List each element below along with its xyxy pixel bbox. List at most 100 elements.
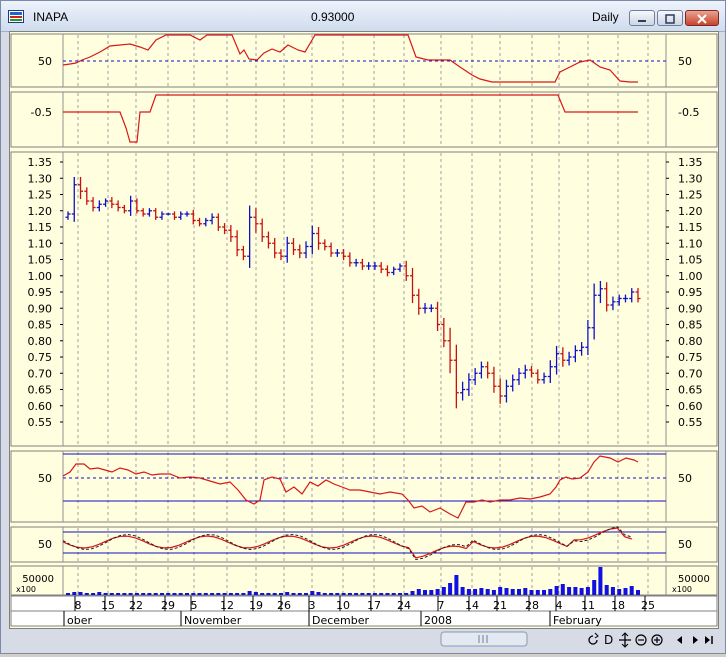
volume-bar xyxy=(210,593,215,595)
day-label: 5 xyxy=(191,599,198,612)
volume-bar xyxy=(247,591,252,595)
volume-bar xyxy=(535,590,540,595)
price-tick-left: 0.90 xyxy=(28,302,53,315)
volume-bar xyxy=(128,593,133,595)
chart-area[interactable]: 50 50 -0.5 -0.5 1.35 1.35 1.30 1.30 1.25 1.25 1.20… xyxy=(9,31,719,629)
volume-bar xyxy=(379,593,384,595)
volume-bar xyxy=(485,589,490,595)
volume-bar xyxy=(523,588,528,595)
volume-bar xyxy=(197,593,202,595)
close-button[interactable] xyxy=(685,10,719,26)
ind2-label-left: -0.5 xyxy=(31,106,52,119)
day-label: 24 xyxy=(397,599,411,612)
d-icon[interactable]: D xyxy=(604,633,613,647)
volume-bar xyxy=(448,583,453,595)
day-label: 21 xyxy=(493,599,507,612)
day-label: 15 xyxy=(101,599,115,612)
price-tick-right: 1.15 xyxy=(678,221,703,234)
volume-bar xyxy=(235,593,240,595)
chart-svg[interactable]: 50 50 -0.5 -0.5 1.35 1.35 1.30 1.30 1.25 1.25 1.20… xyxy=(10,32,718,628)
prev-icon[interactable] xyxy=(677,636,682,644)
panel-price xyxy=(10,151,718,447)
day-label: 14 xyxy=(465,599,479,612)
price-tick-left: 0.60 xyxy=(28,400,53,413)
month-label: 2008 xyxy=(424,614,452,627)
volume-bar xyxy=(91,593,96,595)
month-label: February xyxy=(553,614,602,627)
volume-bar xyxy=(109,593,114,595)
price-tick-right: 0.90 xyxy=(678,302,703,315)
refresh-icon[interactable] xyxy=(588,632,599,645)
price-tick-right: 1.35 xyxy=(678,156,703,169)
price-tick-left: 1.10 xyxy=(28,237,53,250)
panel-ind3 xyxy=(10,450,718,523)
panel-ind2 xyxy=(10,91,718,148)
last-value: 0.93000 xyxy=(311,10,355,24)
day-label: 26 xyxy=(277,599,291,612)
volume-bar xyxy=(360,593,365,595)
volume-bar xyxy=(491,590,496,595)
volume-bar xyxy=(134,593,139,595)
price-tick-left: 1.00 xyxy=(28,270,53,283)
price-tick-left: 0.65 xyxy=(28,384,53,397)
volume-bar xyxy=(604,585,609,595)
scrollbar-thumb[interactable] xyxy=(440,631,528,647)
volume-bar xyxy=(260,593,265,595)
end-icon[interactable] xyxy=(705,636,713,644)
volume-bar xyxy=(573,587,578,595)
price-tick-right: 0.80 xyxy=(678,335,703,348)
volume-bar xyxy=(185,593,189,595)
price-tick-left: 0.70 xyxy=(28,367,53,380)
volume-bar xyxy=(279,593,283,595)
day-label: 8 xyxy=(75,599,82,612)
price-tick-left: 1.20 xyxy=(28,205,53,218)
volume-bar xyxy=(322,593,327,595)
ind1-label-right: 50 xyxy=(678,55,692,68)
zoom-out-icon[interactable] xyxy=(635,634,647,646)
volume-bar xyxy=(529,590,534,595)
minimize-button[interactable] xyxy=(629,10,655,26)
zoom-in-icon[interactable] xyxy=(651,634,663,646)
day-label: 22 xyxy=(129,599,143,612)
volume-bar xyxy=(610,587,615,595)
volume-bar xyxy=(147,593,152,595)
day-label: 25 xyxy=(641,599,655,612)
volume-bar xyxy=(97,592,102,595)
volume-bar xyxy=(347,593,352,595)
month-label: November xyxy=(184,614,242,627)
price-tick-right: 0.95 xyxy=(678,286,703,299)
volume-bar xyxy=(410,591,415,595)
price-tick-left: 0.85 xyxy=(28,319,53,332)
volume-bar xyxy=(548,589,553,595)
pan-icon[interactable] xyxy=(619,632,631,648)
price-tick-right: 1.20 xyxy=(678,205,703,218)
maximize-button[interactable] xyxy=(657,10,683,26)
volume-bar xyxy=(429,590,434,595)
volume-bar xyxy=(441,587,446,595)
volume-bar xyxy=(72,592,77,595)
volume-bar xyxy=(398,593,402,595)
day-label: 12 xyxy=(220,599,234,612)
title-bar: INAPA 0.93000 Daily xyxy=(1,1,725,32)
price-tick-left: 1.25 xyxy=(28,189,53,202)
volume-bar xyxy=(366,593,371,595)
volume-bar xyxy=(103,593,108,595)
day-label: 17 xyxy=(367,599,381,612)
volume-bar xyxy=(567,587,572,595)
next-icon[interactable] xyxy=(693,636,698,644)
ind4-label-left: 50 xyxy=(38,538,52,551)
period-label: Daily xyxy=(592,10,619,24)
price-tick-right: 0.60 xyxy=(678,400,703,413)
volume-bar xyxy=(629,586,634,595)
volume-bar xyxy=(636,590,640,595)
volume-bar xyxy=(592,580,597,595)
price-tick-right: 1.30 xyxy=(678,172,703,185)
volume-bar xyxy=(504,588,509,595)
volume-bar xyxy=(454,575,459,595)
volume-bar xyxy=(304,593,308,595)
ind4-label-right: 50 xyxy=(678,538,692,551)
vol-label-right: 50000 xyxy=(678,574,710,585)
day-label: 11 xyxy=(581,599,595,612)
day-label: 7 xyxy=(438,599,445,612)
vol-multiplier-right: x100 xyxy=(672,585,692,594)
